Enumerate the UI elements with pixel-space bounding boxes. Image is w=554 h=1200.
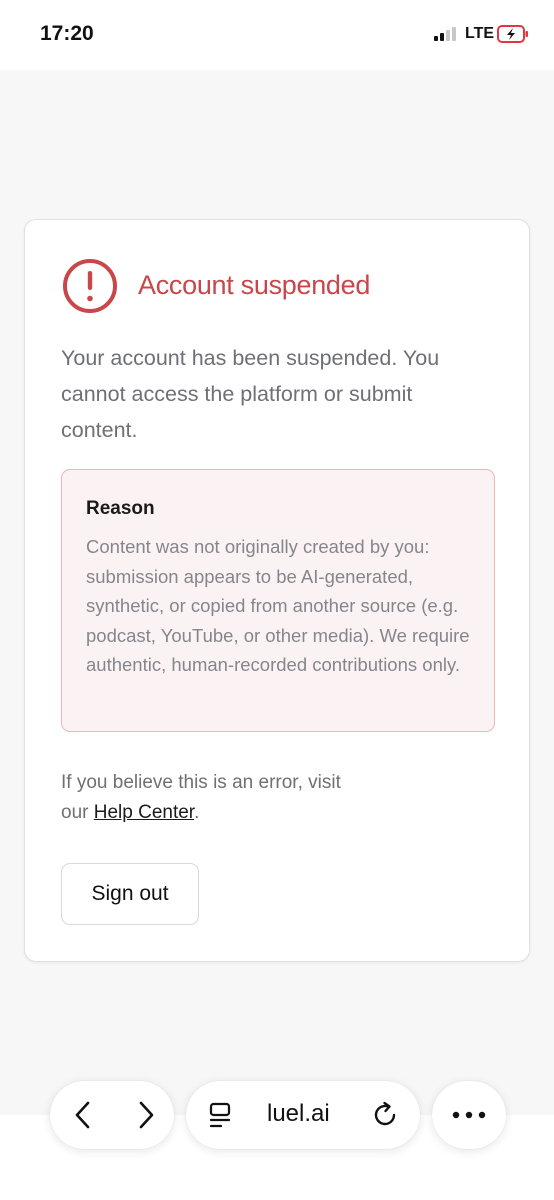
- navigation-pill: [50, 1081, 174, 1149]
- reason-title: Reason: [86, 498, 155, 519]
- page-menu-icon[interactable]: [207, 1101, 235, 1129]
- alert-circle-icon: [63, 259, 117, 313]
- forward-icon[interactable]: [130, 1099, 162, 1131]
- help-text: If you believe this is an error, visit o…: [61, 768, 361, 828]
- suspension-message: Your account has been suspended. You can…: [61, 346, 440, 442]
- page-title: Account suspended: [138, 270, 371, 300]
- status-time: 17:20: [40, 22, 94, 45]
- help-text-suffix: .: [194, 802, 200, 823]
- back-icon[interactable]: [68, 1099, 100, 1131]
- network-type: LTE: [465, 25, 495, 42]
- suspension-card: Account suspended Your account has been …: [24, 219, 530, 962]
- address-bar[interactable]: luel.ai: [186, 1081, 420, 1149]
- reload-icon[interactable]: [370, 1100, 400, 1130]
- status-bar: 17:20 LTE: [0, 0, 554, 70]
- reason-box: Reason Content was not originally create…: [61, 469, 495, 732]
- more-options-pill[interactable]: [432, 1081, 506, 1149]
- battery-charging-icon: [497, 25, 528, 43]
- reason-text: Content was not originally created by yo…: [86, 536, 470, 676]
- url-text: luel.ai: [267, 1100, 330, 1127]
- more-icon[interactable]: [449, 1103, 489, 1127]
- signal-strength-icon: [434, 27, 460, 41]
- help-center-link[interactable]: Help Center: [94, 802, 194, 823]
- sign-out-button[interactable]: Sign out: [61, 863, 199, 925]
